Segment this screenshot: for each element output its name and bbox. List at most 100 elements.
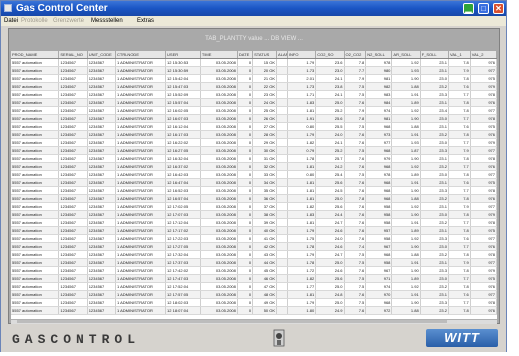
table-cell: 1.89: [391, 170, 421, 179]
table-cell: 1234567: [87, 202, 116, 211]
table-cell: [276, 58, 288, 67]
table-cell: 1234567: [58, 194, 88, 203]
table-cell: 7.7: [448, 298, 471, 307]
table-row[interactable]: 5557 automation 1234567 1234567 1 ADMINISTR…: [11, 162, 497, 171]
menu-item-messstellen[interactable]: Messstellen: [91, 16, 123, 26]
table-row[interactable]: 5557 automation 1234567 1234567 1 ADMINISTR…: [11, 274, 497, 283]
column-header[interactable]: STATUS: [252, 51, 278, 59]
column-header[interactable]: TIME: [200, 51, 238, 59]
column-header[interactable]: CTRLNODE: [115, 51, 167, 59]
scrollbar-thumb[interactable]: [17, 320, 447, 323]
table-cell: 0: [237, 122, 254, 131]
table-cell: 7.6: [344, 178, 367, 187]
table-row[interactable]: 5557 automation 1234567 1234567 1 ADMINISTR…: [11, 74, 497, 83]
table-row[interactable]: 5557 automation 1234567 1234567 1 ADMINISTR…: [11, 82, 497, 91]
table-cell: 1.75: [287, 234, 317, 243]
column-header[interactable]: DATE: [237, 51, 254, 59]
table-cell: 1234567: [58, 138, 88, 147]
table-cell: 25.0: [315, 282, 345, 291]
column-header[interactable]: CO2_SO: [315, 51, 345, 59]
menu-item-protokolle[interactable]: Protokolle: [21, 16, 48, 26]
table-row[interactable]: 5557 automation 1234567 1234567 1 ADMINISTR…: [11, 130, 497, 139]
column-header[interactable]: VAL_2: [470, 51, 497, 59]
data-view-panel: TAB_PLANTTY value ... DB VIEW ... PROD_N…: [8, 28, 500, 324]
table-row[interactable]: 5557 automation 1234567 1234567 1 ADMINISTR…: [11, 186, 497, 195]
table-row[interactable]: 5557 automation 1234567 1234567 1 ADMINISTR…: [11, 282, 497, 291]
table-cell: 5557 automation: [11, 66, 60, 75]
table-cell: 1234567: [87, 106, 116, 115]
table-cell: 1234567: [87, 234, 116, 243]
table-cell: 1234567: [58, 58, 88, 67]
table-row[interactable]: 5557 automation 1234567 1234567 1 ADMINISTR…: [11, 122, 497, 131]
table-cell: 40 OK: [252, 226, 278, 235]
table-row[interactable]: 5557 automation 1234567 1234567 1 ADMINISTR…: [11, 234, 497, 243]
table-row[interactable]: 5557 automation 1234567 1234567 1 ADMINISTR…: [11, 66, 497, 75]
menu-item-datei[interactable]: Datei: [4, 16, 18, 26]
column-header[interactable]: SERIAL_NO: [58, 51, 88, 59]
table-cell: 7.5: [344, 146, 367, 155]
table-row[interactable]: 5557 automation 1234567 1234567 1 ADMINISTR…: [11, 170, 497, 179]
table-cell: 1234567: [87, 130, 116, 139]
table-row[interactable]: 5557 automation 1234567 1234567 1 ADMINISTR…: [11, 250, 497, 259]
column-header[interactable]: INFO: [287, 51, 317, 59]
table-row[interactable]: 5557 automation 1234567 1234567 1 ADMINISTR…: [11, 114, 497, 123]
table-cell: 1234567: [87, 82, 116, 91]
table-cell: 980: [365, 66, 393, 75]
table-row[interactable]: 5557 automation 1234567 1234567 1 ADMINISTR…: [11, 154, 497, 163]
table-cell: 03.05.2008: [200, 282, 238, 291]
table-cell: [276, 290, 288, 299]
close-button[interactable]: ✕: [493, 3, 504, 14]
table-cell: 20 OK: [252, 66, 278, 75]
table-cell: 1234567: [87, 242, 116, 251]
data-grid-container[interactable]: PROD_NAME SERIAL_NO UNIT_CODE CTRLNODE USER T…: [11, 51, 497, 319]
table-row[interactable]: 5557 automation 1234567 1234567 1 ADMINISTR…: [11, 202, 497, 211]
table-cell: 24.6: [315, 226, 345, 235]
table-row[interactable]: 5557 automation 1234567 1234567 1 ADMINISTR…: [11, 258, 497, 267]
table-row[interactable]: 5557 automation 1234567 1234567 1 ADMINISTR…: [11, 90, 497, 99]
table-row[interactable]: 5557 automation 1234567 1234567 1 ADMINISTR…: [11, 218, 497, 227]
table-row[interactable]: 5557 automation 1234567 1234567 1 ADMINISTR…: [11, 290, 497, 299]
column-header[interactable]: ALARM: [276, 51, 288, 59]
table-row[interactable]: 5557 automation 1234567 1234567 1 ADMINISTR…: [11, 106, 497, 115]
minimize-button[interactable]: ▁: [463, 3, 474, 14]
column-header[interactable]: PROD_NAME: [11, 51, 60, 59]
column-header[interactable]: VAL_1: [448, 51, 471, 59]
table-cell: 24.6: [315, 242, 345, 251]
table-row[interactable]: 5557 automation 1234567 1234567 1 ADMINISTR…: [11, 306, 497, 315]
table-cell: 977: [365, 138, 393, 147]
table-row[interactable]: 5557 automation 1234567 1234567 1 ADMINISTR…: [11, 138, 497, 147]
table-cell: 977: [470, 202, 497, 211]
table-cell: 1 ADMINISTRATOR: [115, 178, 167, 187]
column-header[interactable]: F_SOLL: [420, 51, 450, 59]
table-cell: 1234567: [58, 178, 88, 187]
table-row[interactable]: 5557 automation 1234567 1234567 1 ADMINISTR…: [11, 194, 497, 203]
table-row[interactable]: 5557 automation 1234567 1234567 1 ADMINISTR…: [11, 226, 497, 235]
column-header[interactable]: AR_SOLL: [391, 51, 421, 59]
table-row[interactable]: 5557 automation 1234567 1234567 1 ADMINISTR…: [11, 298, 497, 307]
table-cell: 977: [470, 290, 497, 299]
table-cell: 1.73: [287, 82, 317, 91]
table-cell: 12 16:12:04: [165, 122, 201, 131]
table-row[interactable]: 5557 automation 1234567 1234567 1 ADMINISTR…: [11, 266, 497, 275]
table-cell: 23.6: [315, 58, 345, 67]
table-row[interactable]: 5557 automation 1234567 1234567 1 ADMINISTR…: [11, 210, 497, 219]
table-row[interactable]: 5557 automation 1234567 1234567 1 ADMINISTR…: [11, 242, 497, 251]
table-row[interactable]: 5557 automation 1234567 1234567 1 ADMINISTR…: [11, 98, 497, 107]
table-row[interactable]: 5557 automation 1234567 1234567 1 ADMINISTR…: [11, 146, 497, 155]
table-row[interactable]: 5557 automation 1234567 1234567 1 ADMINISTR…: [11, 178, 497, 187]
menu-item-grenzwerte[interactable]: Grenzwerte: [53, 16, 84, 26]
menu-item-extras[interactable]: Extras: [137, 16, 154, 26]
table-cell: [276, 162, 288, 171]
table-cell: 968: [365, 122, 393, 131]
column-header[interactable]: N2_SOLL: [365, 51, 393, 59]
column-header[interactable]: O2_CO2: [344, 51, 367, 59]
table-cell: [276, 258, 288, 267]
table-cell: 1 ADMINISTRATOR: [115, 98, 167, 107]
maximize-button[interactable]: □: [478, 3, 489, 14]
title-bar[interactable]: Gas Control Center ▁ □ ✕: [1, 1, 506, 16]
table-cell: 24.0: [315, 234, 345, 243]
table-cell: 50 OK: [252, 306, 278, 315]
column-header[interactable]: USER: [165, 51, 201, 59]
table-row[interactable]: 5557 automation 1234567 1234567 1 ADMINISTR…: [11, 58, 497, 67]
column-header[interactable]: UNIT_CODE: [87, 51, 116, 59]
